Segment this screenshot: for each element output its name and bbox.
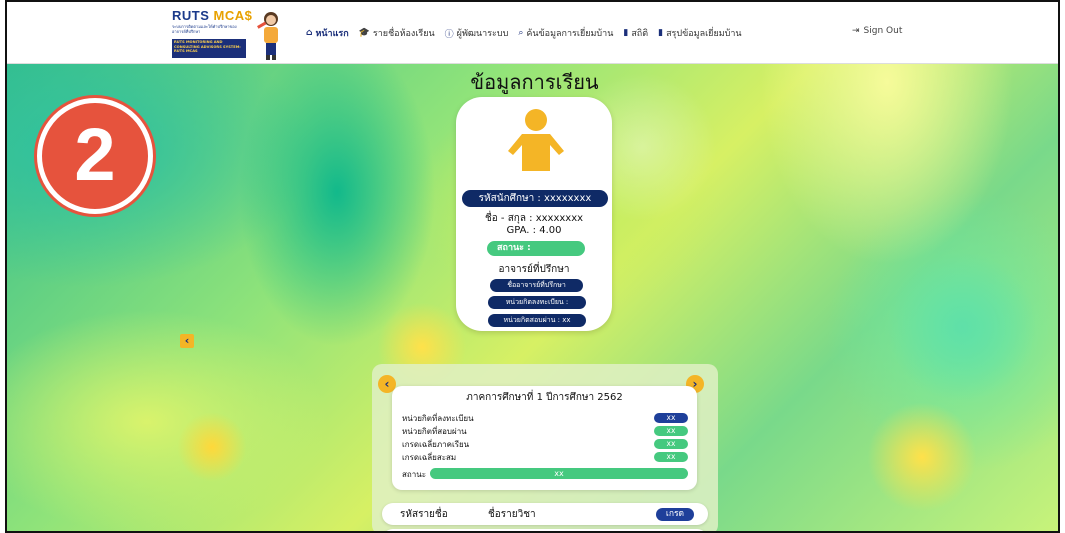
- course-table-header: รหัสรายชื่อ ชื่อรายวิชา เกรด: [382, 503, 708, 525]
- value-pill-semester-gpa: xx: [654, 439, 688, 449]
- advisor-heading: อาจารย์ที่ปรึกษา: [498, 264, 570, 275]
- info-icon: ⓘ: [444, 29, 454, 40]
- step-number-badge: 2: [37, 98, 153, 214]
- nav-home-visit-search[interactable]: ⌕ ค้นข้อมูลการเยี่ยมบ้าน: [518, 26, 613, 40]
- semester-summary-card: ภาคการศึกษาที่ 1 ปีการศึกษา 2562 หน่วยกิ…: [392, 386, 697, 490]
- row-label-passed-credits: หน่วยกิตที่สอบผ่าน: [402, 427, 467, 436]
- app-frame: RUTS MCA$ ระบบการติดตามและให้คำปรึกษาของ…: [5, 0, 1060, 533]
- value-pill-passed-credits: xx: [654, 426, 688, 436]
- student-gpa: GPA. : 4.00: [506, 225, 562, 236]
- page-title: ข้อมูลการเรียน: [470, 70, 599, 94]
- value-pill-registered-credits: xx: [654, 413, 688, 423]
- student-profile-card: รหัสนักศึกษา : xxxxxxxx ชื่อ - สกุล : xx…: [456, 97, 612, 331]
- column-header-grade: เกรด: [656, 508, 694, 521]
- advisor-name-pill: ชื่ออาจารย์ที่ปรึกษา: [490, 279, 583, 292]
- nav-developers[interactable]: ⓘ ผู้พัฒนาระบบ: [445, 26, 509, 40]
- person-icon: [508, 109, 564, 171]
- semester-panel: ‹ › ภาคการศึกษาที่ 1 ปีการศึกษา 2562 หน่…: [372, 364, 718, 531]
- mascot-icon: [257, 12, 278, 60]
- column-header-course-code: รหัสรายชื่อ: [400, 509, 448, 520]
- logo-title: RUTS MCA$: [172, 8, 253, 23]
- student-id-badge: รหัสนักศึกษา : xxxxxxxx: [462, 190, 608, 207]
- credits-registered-pill: หน่วยกิตลงทะเบียน :: [488, 296, 586, 309]
- credits-passed-pill: หน่วยกิตสอบผ่าน : xx: [488, 314, 586, 327]
- main-nav: ⌂ หน้าแรก 🎓 รายชื่อห้องเรียน ⓘ ผู้พัฒนาร…: [306, 26, 742, 40]
- search-icon: ⌕: [518, 28, 524, 38]
- home-icon: ⌂: [306, 28, 313, 38]
- value-pill-cumulative-gpa: xx: [654, 452, 688, 462]
- prev-page-button[interactable]: ‹: [180, 334, 194, 348]
- row-label-status: สถานะ: [402, 470, 426, 479]
- bar-chart-icon: ▮: [658, 28, 664, 38]
- semester-status-bar: xx: [430, 468, 688, 479]
- nav-home[interactable]: ⌂ หน้าแรก: [306, 26, 349, 40]
- top-navbar: RUTS MCA$ ระบบการติดตามและให้คำปรึกษาของ…: [7, 2, 1058, 64]
- logo-subtitle: ระบบการติดตามและให้คำปรึกษาของอาจารย์ที่…: [172, 24, 237, 34]
- nav-home-visit-summary[interactable]: ▮ สรุปข้อมูลเยี่ยมบ้าน: [658, 26, 741, 40]
- graduation-cap-icon: 🎓: [358, 28, 370, 38]
- sign-out-icon: ⇥: [852, 26, 860, 36]
- row-label-semester-gpa: เกรดเฉลี่ยภาคเรียน: [402, 440, 470, 449]
- student-name: ชื่อ - สกุล : xxxxxxxx: [484, 213, 584, 224]
- nav-statistics[interactable]: ▮ สถิติ: [623, 26, 648, 40]
- logo-badge: RUTS MONITORING AND CONSULTING ADVISORS …: [172, 39, 246, 58]
- semester-title: ภาคการศึกษาที่ 1 ปีการศึกษา 2562: [466, 392, 623, 403]
- row-label-cumulative-gpa: เกรดเฉลี่ยสะสม: [402, 453, 457, 462]
- bar-chart-icon: ▮: [623, 28, 629, 38]
- ruts-mcas-logo[interactable]: RUTS MCA$ ระบบการติดตามและให้คำปรึกษาของ…: [172, 8, 292, 60]
- row-label-registered-credits: หน่วยกิตที่ลงทะเบียน: [402, 414, 474, 423]
- nav-classroom-list[interactable]: 🎓 รายชื่อห้องเรียน: [359, 26, 435, 40]
- sign-out-button[interactable]: ⇥ Sign Out: [852, 26, 902, 36]
- column-header-course-name: ชื่อรายวิชา: [488, 509, 536, 520]
- status-badge: สถานะ :: [487, 241, 585, 256]
- course-row: [382, 529, 708, 531]
